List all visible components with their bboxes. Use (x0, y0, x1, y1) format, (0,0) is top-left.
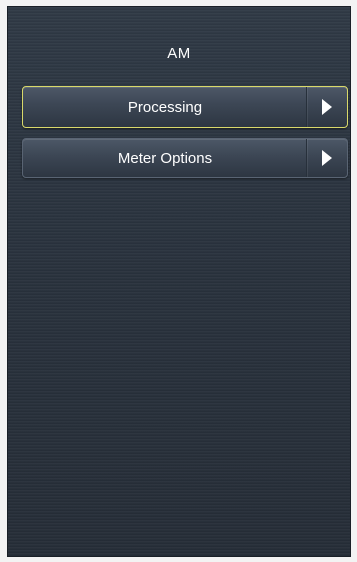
meter-options-button[interactable]: Meter Options (22, 138, 348, 178)
meter-options-button-label: Meter Options (117, 149, 213, 167)
processing-arrow-area (306, 87, 347, 127)
chevron-right-icon (322, 99, 332, 115)
chevron-right-icon (322, 150, 332, 166)
page-title: AM (167, 45, 191, 62)
processing-button[interactable]: Processing (22, 86, 348, 128)
meter-options-arrow-area (306, 139, 347, 177)
processing-button-label: Processing (127, 98, 203, 116)
menu-screen: AM Processing Meter Options (7, 6, 351, 557)
